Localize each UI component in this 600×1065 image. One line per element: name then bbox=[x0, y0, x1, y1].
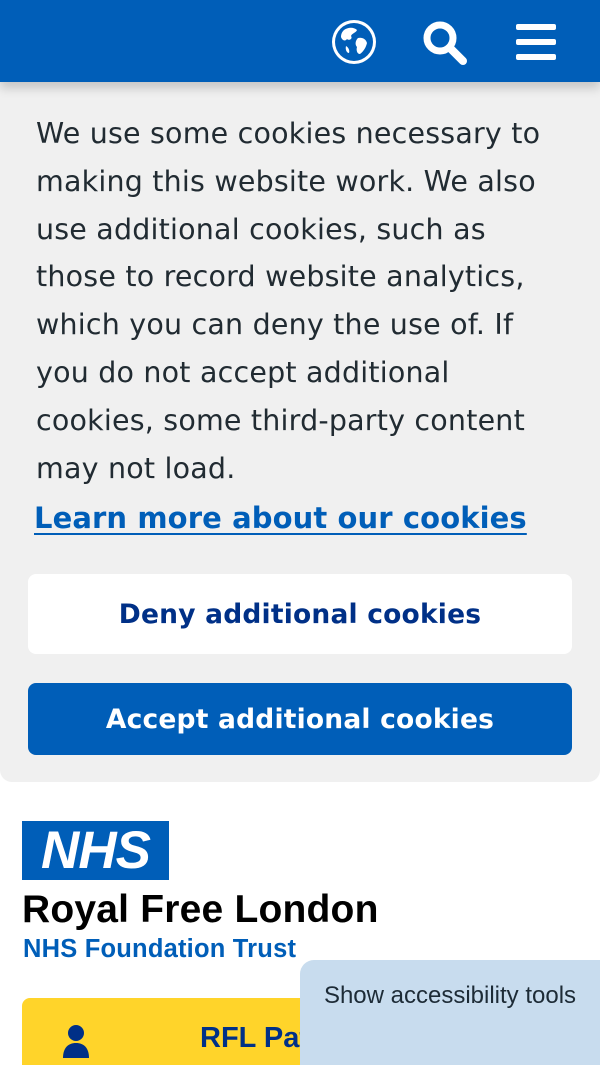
deny-cookies-button[interactable]: Deny additional cookies bbox=[28, 574, 572, 654]
accept-cookies-button[interactable]: Accept additional cookies bbox=[28, 683, 572, 755]
search-icon[interactable] bbox=[420, 18, 468, 66]
patient-portal-label: RFL Pat bbox=[200, 1022, 310, 1054]
nhs-logo[interactable]: NHS bbox=[22, 821, 169, 880]
globe-icon[interactable] bbox=[330, 18, 378, 66]
menu-icon[interactable] bbox=[512, 18, 560, 66]
top-bar bbox=[0, 0, 600, 82]
cookie-message: We use some cookies necessary to making … bbox=[36, 117, 541, 485]
org-name: Royal Free London bbox=[22, 888, 379, 931]
org-subtitle: NHS Foundation Trust bbox=[23, 935, 297, 963]
nhs-logo-text: NHS bbox=[41, 821, 151, 880]
person-icon bbox=[63, 1025, 89, 1058]
accessibility-tools-button[interactable]: Show accessibility tools bbox=[300, 960, 600, 1065]
learn-more-cookies-link[interactable]: Learn more about our cookies bbox=[34, 496, 527, 540]
cookie-banner: We use some cookies necessary to making … bbox=[0, 82, 600, 782]
